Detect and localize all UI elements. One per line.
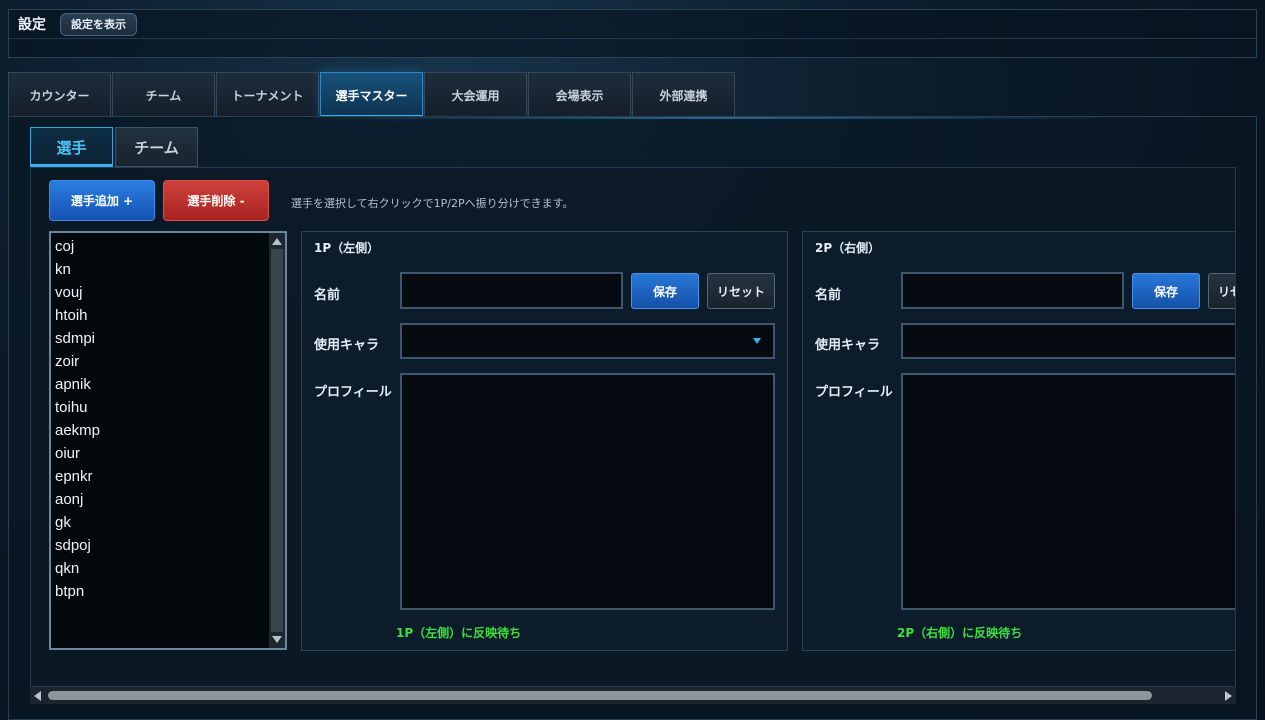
player-list[interactable]: coj kn vouj htoih sdmpi zoir apnik toihu aekmp oi… bbox=[49, 231, 287, 650]
scroll-thumb[interactable] bbox=[271, 249, 283, 632]
p1-name-label: 名前 bbox=[314, 288, 341, 303]
player-list-item[interactable]: zoir bbox=[55, 350, 285, 373]
scroll-left-arrow-icon[interactable] bbox=[34, 691, 41, 701]
tab-counter[interactable]: カウンター bbox=[8, 72, 111, 117]
p2-status: 2P（右側）に反映待ち bbox=[897, 626, 1023, 640]
p2-title: 2P（右側） bbox=[815, 241, 881, 255]
p2-reset-button[interactable]: リセット bbox=[1208, 273, 1235, 309]
player-list-items: coj kn vouj htoih sdmpi zoir apnik toihu aekmp oi… bbox=[51, 233, 285, 603]
player-list-item[interactable]: oiur bbox=[55, 442, 285, 465]
player-list-item[interactable]: apnik bbox=[55, 373, 285, 396]
player-list-item[interactable]: sdpoj bbox=[55, 534, 285, 557]
main-tabs: カウンター チーム トーナメント 選手マスター 大会運用 会場表示 外部連携 bbox=[8, 72, 736, 117]
panel-glow bbox=[309, 117, 1129, 119]
player-list-item[interactable]: gk bbox=[55, 511, 285, 534]
scroll-up-arrow-icon[interactable] bbox=[272, 238, 282, 245]
horizontal-scroll-thumb[interactable] bbox=[48, 691, 1152, 700]
p1-reset-button[interactable]: リセット bbox=[707, 273, 775, 309]
p1-title: 1P（左側） bbox=[314, 241, 380, 255]
player-list-item[interactable]: btpn bbox=[55, 580, 285, 603]
player-list-item[interactable]: sdmpi bbox=[55, 327, 285, 350]
tab-venue-display[interactable]: 会場表示 bbox=[528, 72, 631, 117]
p1-profile-label: プロフィール bbox=[314, 385, 392, 400]
show-settings-button[interactable]: 設定を表示 bbox=[60, 12, 137, 36]
p2-name-input[interactable] bbox=[901, 272, 1124, 309]
player-list-item[interactable]: htoih bbox=[55, 304, 285, 327]
player-list-item[interactable]: toihu bbox=[55, 396, 285, 419]
settings-title: 設定 bbox=[18, 17, 46, 33]
horizontal-scrollbar[interactable] bbox=[30, 687, 1236, 704]
tab-external-integration[interactable]: 外部連携 bbox=[632, 72, 735, 117]
add-player-button[interactable]: 選手追加 + bbox=[49, 180, 155, 221]
player-list-item[interactable]: qkn bbox=[55, 557, 285, 580]
p1-save-button[interactable]: 保存 bbox=[631, 273, 699, 309]
assign-hint: 選手を選択して右クリックで1P/2Pへ振り分けできます。 bbox=[291, 197, 574, 210]
players-content: 選手追加 + 選手削除 - 選手を選択して右クリックで1P/2Pへ振り分けできま… bbox=[30, 167, 1236, 687]
p2-profile-label: プロフィール bbox=[815, 385, 893, 400]
tab-team[interactable]: チーム bbox=[112, 72, 215, 117]
tab-event-operation[interactable]: 大会運用 bbox=[424, 72, 527, 117]
chevron-down-icon bbox=[753, 338, 761, 344]
tab-player-master[interactable]: 選手マスター bbox=[320, 72, 423, 117]
player-list-item[interactable]: coj bbox=[55, 235, 285, 258]
player-list-item[interactable]: epnkr bbox=[55, 465, 285, 488]
scroll-right-arrow-icon[interactable] bbox=[1225, 691, 1232, 701]
p2-chara-select[interactable] bbox=[901, 323, 1235, 359]
settings-bar: 設定 設定を表示 bbox=[8, 9, 1257, 58]
p2-name-label: 名前 bbox=[815, 288, 842, 303]
subtab-players[interactable]: 選手 bbox=[30, 127, 113, 167]
player-list-scrollbar[interactable] bbox=[269, 233, 285, 648]
player-list-item[interactable]: aonj bbox=[55, 488, 285, 511]
p2-profile-textarea[interactable] bbox=[901, 373, 1235, 610]
player-master-panel: 選手 チーム 選手追加 + 選手削除 - 選手を選択して右クリックで1P/2Pへ… bbox=[8, 116, 1257, 720]
p1-status: 1P（左側）に反映待ち bbox=[396, 626, 522, 640]
p2-save-button[interactable]: 保存 bbox=[1132, 273, 1200, 309]
sub-tabs: 選手 チーム bbox=[30, 127, 200, 167]
delete-player-button[interactable]: 選手削除 - bbox=[163, 180, 269, 221]
p1-profile-textarea[interactable] bbox=[400, 373, 775, 610]
player-list-item[interactable]: kn bbox=[55, 258, 285, 281]
tab-tournament[interactable]: トーナメント bbox=[216, 72, 319, 117]
scroll-down-arrow-icon[interactable] bbox=[272, 636, 282, 643]
p2-panel: 2P（右側） 名前 保存 リセット 使用キャラ プロフィール 2P（右側）に反映… bbox=[802, 231, 1235, 651]
subtab-teams[interactable]: チーム bbox=[115, 127, 198, 167]
p1-name-input[interactable] bbox=[400, 272, 623, 309]
p2-chara-label: 使用キャラ bbox=[815, 338, 881, 353]
p1-chara-label: 使用キャラ bbox=[314, 338, 380, 353]
player-list-item[interactable]: aekmp bbox=[55, 419, 285, 442]
player-list-item[interactable]: vouj bbox=[55, 281, 285, 304]
p1-panel: 1P（左側） 名前 保存 リセット 使用キャラ プロフィール 1P（左側）に反映… bbox=[301, 231, 788, 651]
p1-chara-select[interactable] bbox=[400, 323, 775, 359]
